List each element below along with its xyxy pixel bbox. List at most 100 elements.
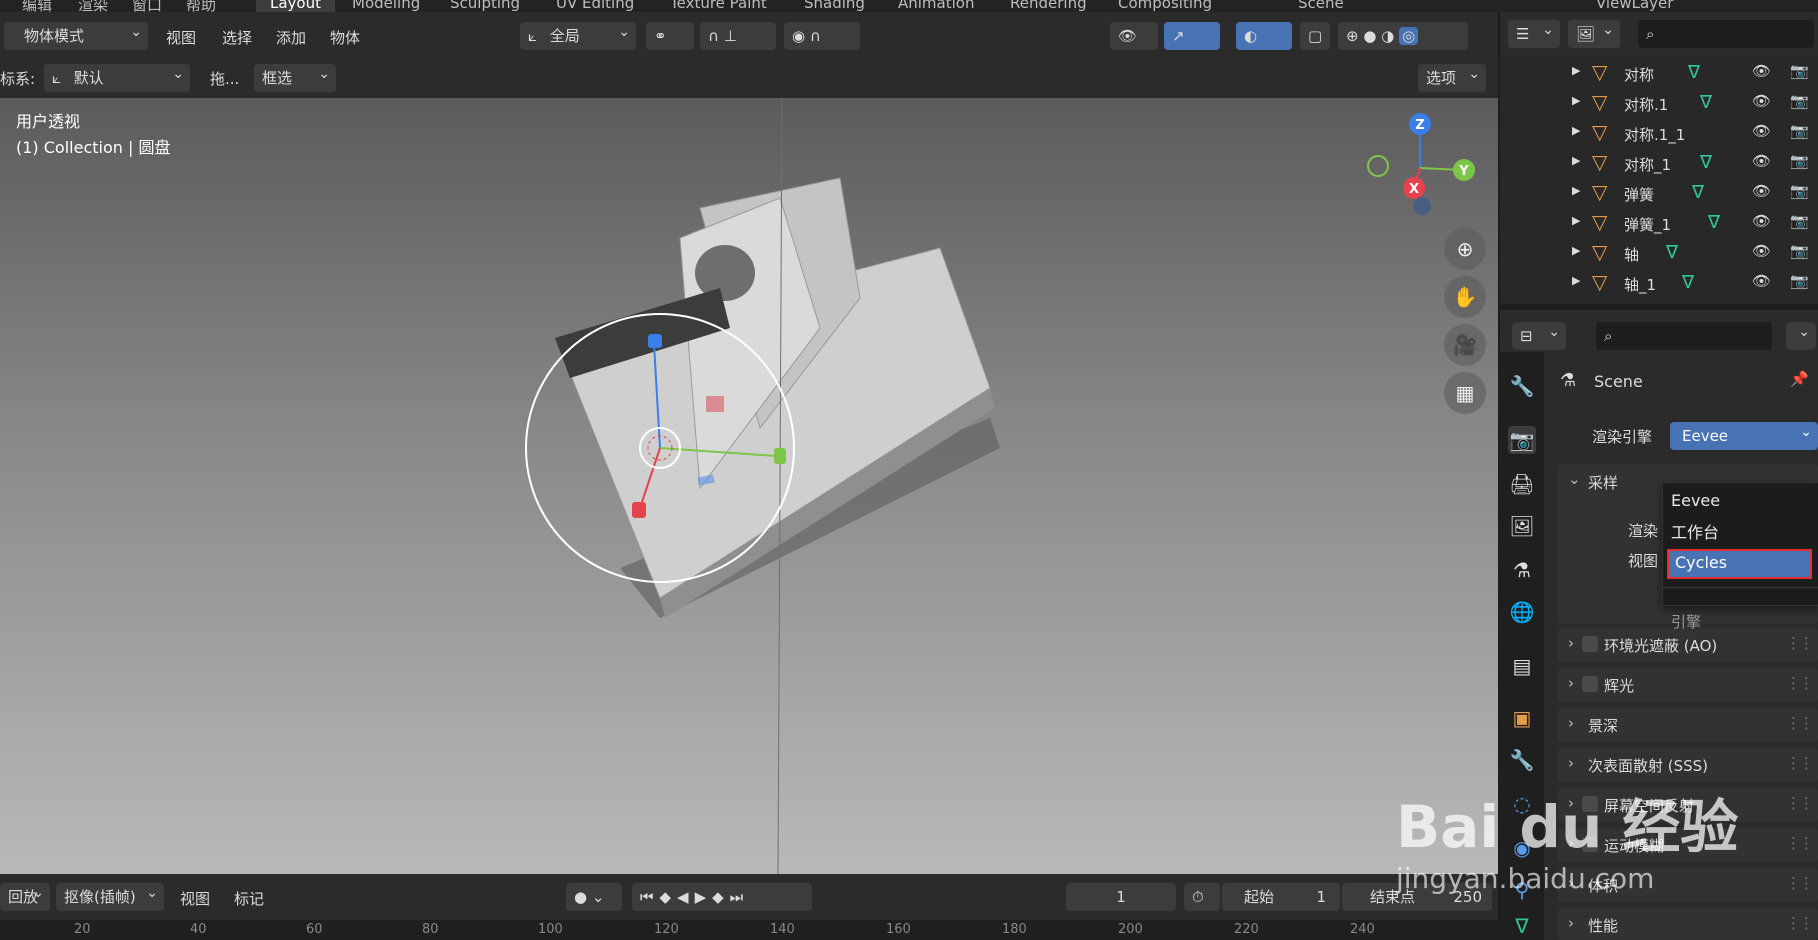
display-mode-dropdown[interactable]: ☰	[1508, 16, 1560, 48]
eye-icon[interactable]: 👁	[1752, 152, 1771, 170]
expand-arrow-icon[interactable]: ▶	[1572, 274, 1580, 287]
overlay-toggle[interactable]: ◐	[1236, 22, 1292, 50]
menu-select[interactable]: 选择	[222, 27, 252, 48]
tab-rendering[interactable]: Rendering	[1010, 0, 1087, 12]
drag-grip-icon[interactable]: ⋮⋮	[1786, 674, 1814, 692]
menu-add[interactable]: 添加	[276, 27, 306, 48]
outliner-row[interactable]: ▶ ▽ 弹簧_1 ∇ 👁 📷	[1500, 210, 1818, 240]
drag-grip-icon[interactable]: ⋮⋮	[1786, 754, 1814, 772]
menu-window[interactable]: 窗口	[132, 0, 162, 12]
camera-render-icon[interactable]: 📷	[1790, 122, 1809, 140]
visibility-button[interactable]: 👁	[1110, 22, 1158, 50]
scene-selector[interactable]: Scene	[1298, 0, 1344, 12]
expand-arrow-icon[interactable]: ▶	[1572, 184, 1580, 197]
playback-controls[interactable]: ⏮◆◀▶◆⏭	[632, 883, 812, 911]
render-tab-icon[interactable]: 📷	[1508, 426, 1536, 454]
options-dropdown[interactable]: 选项	[1418, 60, 1486, 92]
engine-option-workbench[interactable]: 工作台	[1671, 519, 1719, 543]
drag-grip-icon[interactable]: ⋮⋮	[1786, 914, 1814, 932]
scene-tab-icon[interactable]: ⚗	[1508, 556, 1536, 584]
world-tab-icon[interactable]: 🌐	[1508, 598, 1536, 626]
tab-animation[interactable]: Animation	[898, 0, 974, 12]
properties-search-input[interactable]: ⌕	[1596, 322, 1772, 350]
zoom-icon[interactable]: ⊕	[1444, 228, 1486, 270]
menu-view[interactable]: 视图	[166, 27, 196, 48]
eye-icon[interactable]: 👁	[1752, 182, 1771, 200]
menu-edit[interactable]: 编辑	[22, 0, 52, 12]
modifier-tab-icon[interactable]: 🔧	[1508, 746, 1536, 774]
eye-icon[interactable]: 👁	[1752, 62, 1771, 80]
drag-grip-icon[interactable]: ⋮⋮	[1786, 714, 1814, 732]
camera-render-icon[interactable]: 📷	[1790, 272, 1809, 290]
tab-uv-editing[interactable]: UV Editing	[556, 0, 634, 12]
tab-compositing[interactable]: Compositing	[1118, 0, 1212, 12]
current-frame-field[interactable]: 1	[1066, 883, 1176, 911]
eye-icon[interactable]: 👁	[1752, 272, 1771, 290]
expand-arrow-icon[interactable]: ▶	[1572, 214, 1580, 227]
engine-option-cycles[interactable]: Cycles	[1667, 549, 1812, 579]
3d-viewport[interactable]: 用户透视 (1) Collection | 圆盘 Z Y X ⊕ ✋ 🎥 ▦	[0, 98, 1498, 874]
timeline-ruler[interactable]: 20 40 60 80 100 120 140 160 180 200 220 …	[0, 920, 1498, 940]
sampling-title[interactable]: 采样	[1588, 472, 1618, 493]
camera-render-icon[interactable]: 📷	[1790, 92, 1809, 110]
timeline-marker-menu[interactable]: 标记	[234, 888, 264, 909]
drag-grip-icon[interactable]: ⋮⋮	[1786, 874, 1814, 892]
chevron-down-icon[interactable]: ⌄	[1568, 470, 1581, 488]
sss-panel[interactable]: › 次表面散射 (SSS) ⋮⋮	[1558, 748, 1818, 782]
outliner-row[interactable]: ▶ ▽ 对称 ∇ 👁 📷	[1500, 60, 1818, 90]
proportional-edit-button[interactable]: ◉ ∩	[784, 22, 860, 50]
drag-grip-icon[interactable]: ⋮⋮	[1786, 834, 1814, 852]
tab-modeling[interactable]: Modeling	[352, 0, 420, 12]
output-tab-icon[interactable]: 🖨	[1508, 470, 1536, 498]
drag-label[interactable]: 拖...	[210, 68, 239, 89]
view-layer-tab-icon[interactable]: 🖼	[1508, 512, 1536, 540]
performance-panel[interactable]: › 性能 ⋮⋮	[1558, 908, 1818, 940]
camera-render-icon[interactable]: 📷	[1790, 152, 1809, 170]
outliner-row[interactable]: ▶ ▽ 对称.1_1 👁 📷	[1500, 120, 1818, 150]
dof-panel[interactable]: › 景深 ⋮⋮	[1558, 708, 1818, 742]
eye-icon[interactable]: 👁	[1752, 122, 1771, 140]
menu-help[interactable]: 帮助	[186, 0, 216, 12]
outliner-row[interactable]: ▶ ▽ 轴_1 ∇ 👁 📷	[1500, 270, 1818, 300]
camera-render-icon[interactable]: 📷	[1790, 212, 1809, 230]
coord-system-dropdown[interactable]: ⟀ 默认	[44, 60, 190, 92]
eye-icon[interactable]: 👁	[1752, 212, 1771, 230]
grid-perspective-icon[interactable]: ▦	[1444, 372, 1486, 414]
bloom-checkbox[interactable]	[1582, 676, 1598, 692]
select-mode-dropdown[interactable]: 框选	[254, 60, 336, 92]
expand-arrow-icon[interactable]: ▶	[1572, 94, 1580, 107]
pivot-point-button[interactable]: ⚭	[646, 22, 694, 50]
keying-dropdown[interactable]: 抠像(插帧)	[56, 879, 164, 911]
drag-grip-icon[interactable]: ⋮⋮	[1786, 634, 1814, 652]
tool-tab-icon[interactable]: 🔧	[1508, 372, 1536, 400]
gizmo-toggle[interactable]: ↗	[1164, 22, 1220, 50]
mode-dropdown[interactable]: 物体模式	[4, 18, 148, 50]
filter-dropdown[interactable]: 🖼	[1568, 16, 1620, 48]
options-button[interactable]	[1786, 318, 1816, 350]
xray-toggle[interactable]: ▢	[1300, 22, 1330, 50]
outliner-row[interactable]: ▶ ▽ 弹簧 ∇ 👁 📷	[1500, 180, 1818, 210]
timeline-view-menu[interactable]: 视图	[180, 888, 210, 909]
tab-shading[interactable]: Shading	[804, 0, 865, 12]
expand-arrow-icon[interactable]: ▶	[1572, 154, 1580, 167]
pin-icon[interactable]: 📌	[1790, 370, 1809, 388]
menu-render[interactable]: 渲染	[78, 0, 108, 12]
camera-render-icon[interactable]: 📷	[1790, 242, 1809, 260]
playback-dropdown[interactable]: 回放	[0, 879, 50, 911]
outliner-row[interactable]: ▶ ▽ 轴 ∇ 👁 📷	[1500, 240, 1818, 270]
editor-type-dropdown[interactable]: ⊟	[1512, 318, 1566, 350]
engine-option-eevee[interactable]: Eevee	[1671, 491, 1720, 510]
bloom-panel[interactable]: › 辉光 ⋮⋮	[1558, 668, 1818, 702]
render-engine-dropdown[interactable]: Eevee	[1670, 418, 1818, 450]
outliner-row[interactable]: ▶ ▽ 对称_1 ∇ 👁 📷	[1500, 150, 1818, 180]
object-tab-icon[interactable]: ▣	[1508, 704, 1536, 732]
ao-panel[interactable]: › 环境光遮蔽 (AO) ⋮⋮	[1558, 628, 1818, 662]
ao-checkbox[interactable]	[1582, 636, 1598, 652]
tab-sculpting[interactable]: Sculpting	[450, 0, 520, 12]
tab-texture-paint[interactable]: Texture Paint	[670, 0, 767, 12]
shading-buttons[interactable]: ⊕ ● ◑ ◎	[1338, 22, 1468, 50]
stopwatch-button[interactable]: ⏱	[1184, 883, 1220, 911]
navigation-gizmo[interactable]: Z Y X	[1350, 98, 1490, 238]
transform-orientation-dropdown[interactable]: ⟀ 全局	[520, 18, 636, 50]
expand-arrow-icon[interactable]: ▶	[1572, 124, 1580, 137]
